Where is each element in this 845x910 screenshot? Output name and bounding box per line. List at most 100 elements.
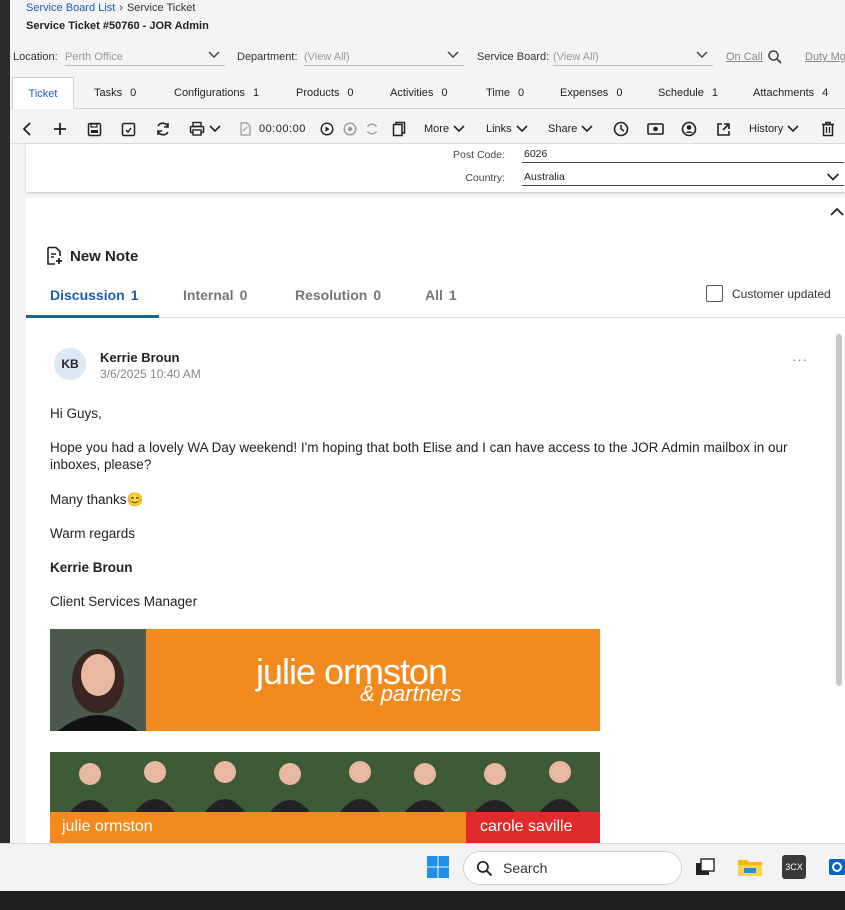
windows-start-icon[interactable]	[425, 854, 451, 880]
tab-products[interactable]: Products 0	[296, 77, 354, 109]
tab-resolution[interactable]: Resolution 0	[295, 287, 381, 303]
tab-attachments[interactable]: Attachments 4	[753, 77, 828, 109]
user-circle-icon	[681, 121, 697, 137]
save-icon	[87, 122, 102, 136]
search-icon	[476, 860, 493, 876]
tab-activities[interactable]: Activities 0	[390, 77, 448, 109]
expense-button[interactable]	[647, 118, 664, 140]
taskbar-search[interactable]: Search	[463, 851, 682, 885]
tab-count: 0	[441, 87, 448, 99]
stop-icon	[343, 122, 357, 136]
scrollbar[interactable]	[836, 334, 842, 686]
tab-label: Time	[486, 87, 511, 99]
breadcrumb-link-service-board-list[interactable]: Service Board List	[26, 2, 115, 14]
postcode-label: Post Code:	[453, 149, 505, 161]
note-body-line: Hope you had a lovely WA Day weekend! I'…	[50, 440, 788, 455]
tab-configurations[interactable]: Configurations 1	[174, 77, 259, 109]
tab-all[interactable]: All 1	[425, 287, 457, 303]
history-label: History	[749, 123, 784, 135]
tab-label: Resolution	[295, 287, 368, 303]
customer-updated-toggle[interactable]: Customer updated	[706, 285, 831, 302]
country-select[interactable]: Australia	[524, 171, 565, 183]
note-body-line: inboxes, please?	[50, 457, 152, 472]
tab-count: 0	[130, 87, 137, 99]
delete-button[interactable]	[821, 118, 835, 140]
timesheet-icon	[240, 122, 251, 136]
tab-schedule[interactable]: Schedule 1	[658, 77, 718, 109]
tab-tasks[interactable]: Tasks 0	[94, 77, 136, 109]
tab-discussion[interactable]: Discussion 1	[50, 287, 139, 303]
save-close-button[interactable]	[121, 118, 136, 140]
links-menu[interactable]: Links	[486, 118, 528, 140]
clock-button[interactable]	[613, 118, 629, 140]
search-icon[interactable]	[767, 49, 783, 65]
refresh-button[interactable]	[155, 118, 171, 140]
department-select[interactable]: (View All)	[304, 47, 464, 66]
country-label: Country:	[465, 172, 505, 184]
open-external-button[interactable]	[716, 118, 731, 140]
tab-count: 0	[347, 87, 354, 99]
share-menu[interactable]: Share	[548, 118, 593, 140]
tab-count: 1	[130, 287, 139, 303]
back-button[interactable]	[20, 118, 34, 140]
avatar: KB	[54, 348, 86, 380]
location-select[interactable]: Perth Office	[65, 47, 225, 66]
money-icon	[647, 123, 664, 135]
external-link-icon	[717, 122, 730, 136]
tab-label: Expenses	[560, 87, 609, 99]
ticket-tabs: Ticket Tasks 0 Configurations 1 Products 0 …	[10, 77, 845, 109]
timer-stop-button[interactable]	[343, 118, 357, 140]
customer-updated-checkbox[interactable]	[706, 285, 723, 302]
banner-partners: & partners	[360, 681, 462, 706]
share-label: Share	[548, 123, 578, 135]
tab-expenses[interactable]: Expenses 0	[560, 77, 622, 109]
copy-button[interactable]	[392, 118, 406, 140]
save-button[interactable]	[87, 118, 102, 140]
breadcrumb-separator-icon: ›	[119, 2, 123, 14]
on-call-link[interactable]: On Call	[726, 51, 763, 63]
outlook-icon[interactable]	[826, 854, 845, 880]
timer-start-button[interactable]	[320, 118, 334, 140]
new-note-button[interactable]: New Note	[46, 246, 138, 266]
service-board-value: (View All)	[553, 51, 599, 63]
team-banner-brand-secondary: carole saville	[480, 818, 573, 835]
timer-reset-button[interactable]	[365, 118, 379, 140]
tab-label: Internal	[183, 287, 234, 303]
tab-count: 1	[448, 287, 457, 303]
contact-button[interactable]	[681, 118, 697, 140]
signature-photo	[50, 629, 146, 731]
location-value: Perth Office	[65, 51, 123, 63]
note-message: KB Kerrie Broun 3/6/2025 10:40 AM ··· Hi…	[26, 318, 831, 843]
task-view-icon[interactable]	[692, 854, 718, 880]
app-window: Service Board List › Service Ticket Servic…	[10, 0, 845, 843]
new-button[interactable]	[53, 118, 67, 140]
chevron-down-icon	[787, 125, 799, 133]
more-options-icon[interactable]: ···	[792, 352, 808, 367]
print-button[interactable]	[189, 118, 221, 140]
team-banner-brand: julie ormston	[62, 818, 153, 835]
department-value: (View All)	[304, 51, 350, 63]
copy-icon	[392, 121, 406, 137]
chevron-up-icon[interactable]	[829, 206, 845, 218]
printer-icon	[189, 121, 205, 136]
history-menu[interactable]: History	[749, 118, 799, 140]
tab-ticket[interactable]: Ticket	[12, 77, 74, 109]
chevron-down-icon	[209, 125, 221, 133]
play-icon	[320, 122, 334, 136]
service-board-select[interactable]: (View All)	[553, 47, 713, 66]
note-author: Kerrie Broun	[100, 350, 180, 365]
tab-count: 0	[373, 287, 382, 303]
chevron-down-icon[interactable]	[826, 171, 840, 183]
page-title: Service Ticket #50760 - JOR Admin	[26, 20, 209, 32]
tab-time[interactable]: Time 0	[486, 77, 524, 109]
duty-manager-link[interactable]: Duty Mg	[805, 51, 845, 63]
3cx-app-icon[interactable]: 3CX	[782, 855, 806, 879]
location-label: Location:	[13, 51, 58, 63]
postcode-field[interactable]: 6026	[524, 148, 547, 160]
file-explorer-icon[interactable]	[737, 854, 763, 880]
more-menu[interactable]: More	[424, 118, 465, 140]
service-board-label: Service Board:	[477, 51, 550, 63]
divider	[522, 162, 844, 163]
tab-label: Activities	[390, 87, 434, 99]
tab-internal[interactable]: Internal 0	[183, 287, 247, 303]
